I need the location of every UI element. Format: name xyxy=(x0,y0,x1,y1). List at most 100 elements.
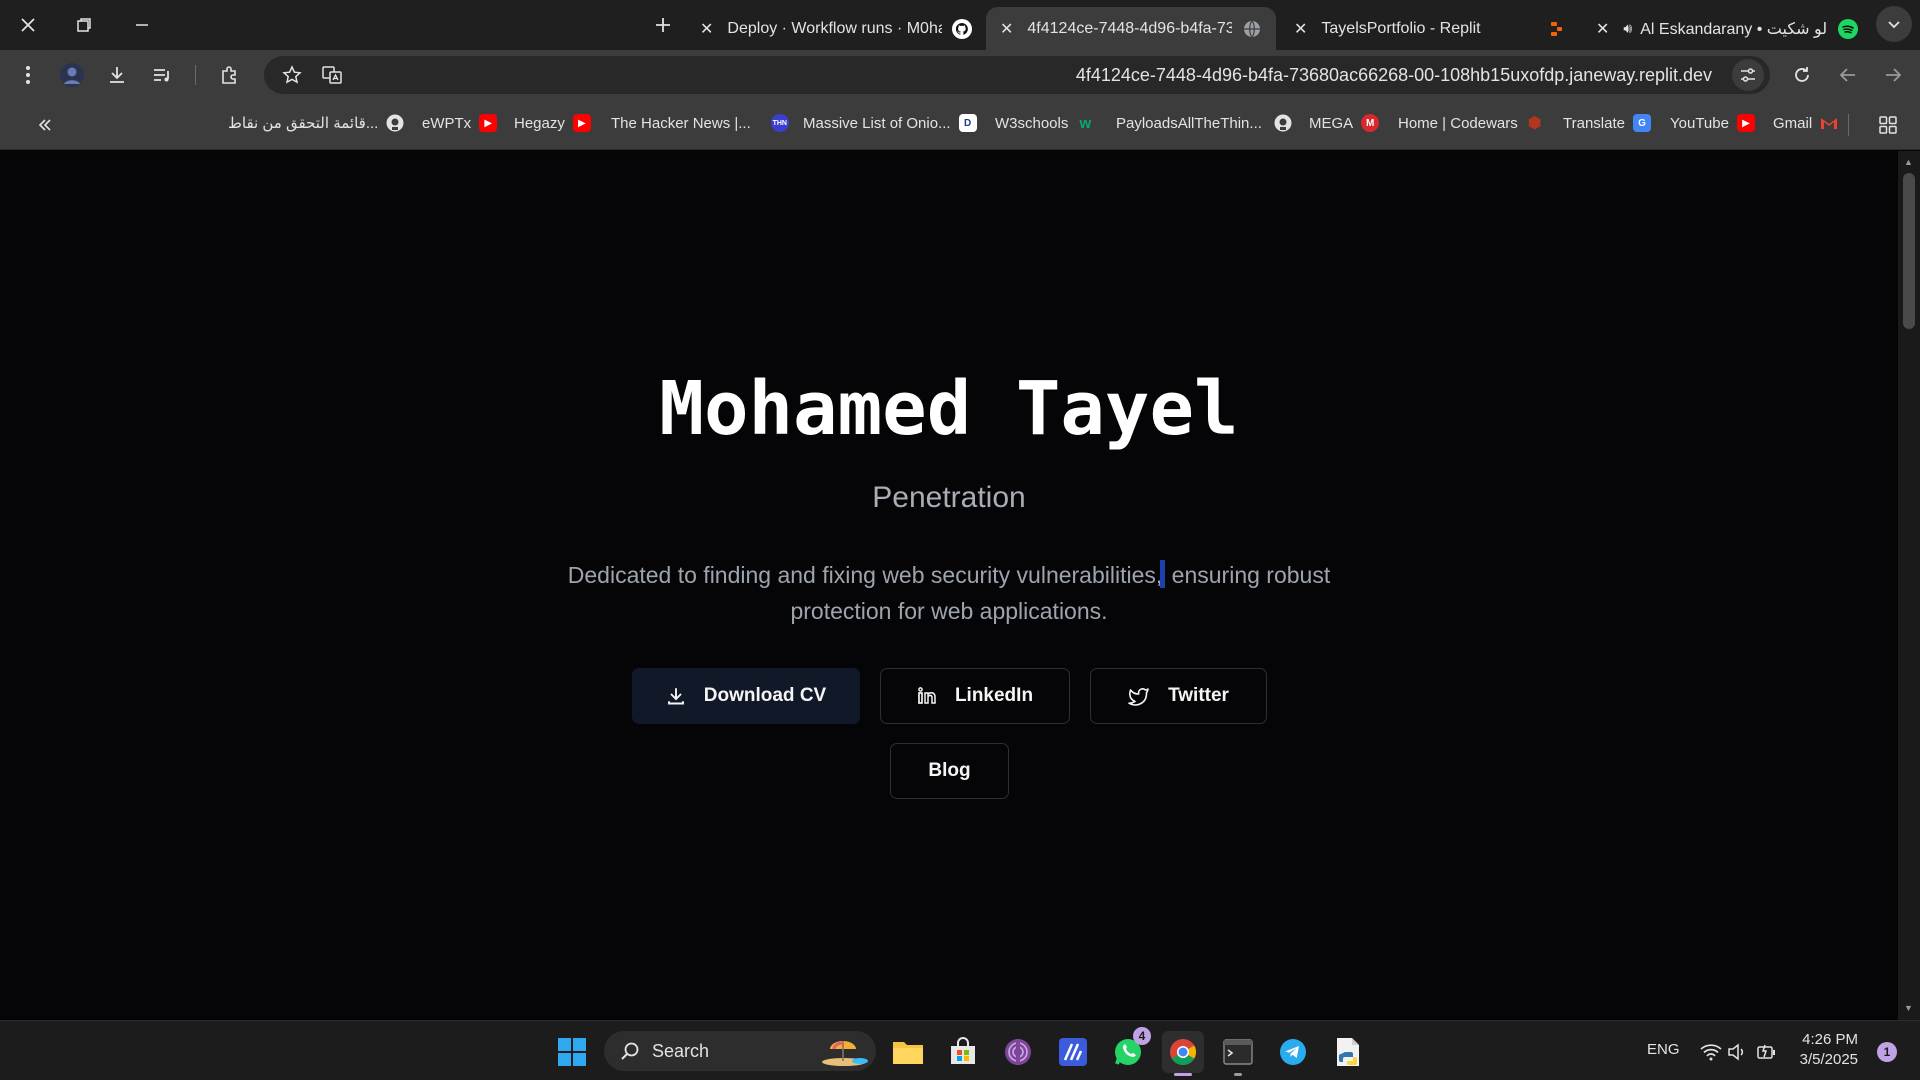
hero-description: Dedicated to finding and fixing web secu… xyxy=(549,557,1349,629)
tab-tayels-portfolio[interactable]: ✕ TayelsPortfolio - Replit xyxy=(1280,7,1580,50)
hero-name: Mohamed Tayel xyxy=(659,366,1239,452)
forward-arrow-icon[interactable] xyxy=(1877,59,1909,91)
wifi-icon[interactable] xyxy=(1698,1031,1724,1073)
menu-dots-icon[interactable] xyxy=(12,59,44,91)
downloads-icon[interactable] xyxy=(101,59,133,91)
minimize-window-icon[interactable] xyxy=(122,8,162,42)
windows-start-icon[interactable] xyxy=(551,1031,593,1073)
toolbar-divider xyxy=(195,65,196,85)
globe-icon xyxy=(1242,19,1262,39)
bookmark-youtube[interactable]: YouTube ▶ xyxy=(1670,114,1755,132)
tab-replit-preview[interactable]: ✕ 4f4124ce-7448-4d96-b4fa-73680ac66268 xyxy=(986,7,1276,50)
notification-badge[interactable]: 1 xyxy=(1877,1042,1897,1062)
python-idle-icon[interactable] xyxy=(1327,1031,1369,1073)
bookmark-mega[interactable]: MEGA M xyxy=(1309,114,1380,132)
translate-page-icon[interactable] xyxy=(316,59,348,91)
back-arrow-icon[interactable] xyxy=(1832,59,1864,91)
audio-playing-icon[interactable]: 🔊︎ xyxy=(1623,20,1632,37)
thn-icon: THN xyxy=(770,114,789,132)
tab-title: Deploy · Workflow runs · M0hamedTayel/..… xyxy=(727,19,942,37)
bookmark-codewars[interactable]: Home | Codewars ⬢ xyxy=(1398,114,1544,133)
tor-browser-icon[interactable] xyxy=(997,1031,1039,1073)
close-window-icon[interactable] xyxy=(8,8,48,42)
volume-icon[interactable] xyxy=(1724,1031,1750,1073)
bookmark-w3schools[interactable]: W3schools w xyxy=(995,114,1094,132)
scroll-up-arrow-icon[interactable]: ▲ xyxy=(1904,157,1913,167)
whatsapp-icon[interactable]: 4 xyxy=(1107,1027,1151,1073)
linkedin-button[interactable]: LinkedIn xyxy=(880,668,1070,724)
bookmark-hegazy[interactable]: Hegazy ▶ xyxy=(514,114,591,132)
bookmark-hacker-news[interactable]: The Hacker News |... THN xyxy=(611,114,789,132)
terminal-icon[interactable] xyxy=(1217,1031,1259,1076)
mega-icon: M xyxy=(1361,114,1380,132)
page-viewport: Mohamed Tayel Penetration Dedicated to f… xyxy=(0,151,1898,1020)
url-text[interactable]: 4f4124ce-7448-4d96-b4fa-73680ac66268-00-… xyxy=(1076,65,1712,86)
media-controls-icon[interactable] xyxy=(146,59,178,91)
clock-time: 4:26 PM xyxy=(1802,1031,1858,1048)
hero-role: Penetration xyxy=(872,481,1026,514)
mediawiki-editor-icon[interactable] xyxy=(1052,1031,1094,1073)
active-app-indicator xyxy=(1174,1073,1192,1076)
browser-toolbar: 4f4124ce-7448-4d96-b4fa-73680ac66268-00-… xyxy=(0,50,1920,100)
tab-strip: ✕ Deploy · Workflow runs · M0hamedTayel/… xyxy=(0,0,1920,50)
chrome-icon[interactable] xyxy=(1162,1031,1204,1076)
running-app-indicator xyxy=(1234,1073,1242,1076)
tab-search-chevron-icon[interactable] xyxy=(1876,6,1912,42)
search-icon xyxy=(620,1041,640,1061)
w3schools-icon: w xyxy=(1079,114,1092,132)
download-icon xyxy=(666,686,686,706)
microsoft-store-icon[interactable] xyxy=(942,1031,984,1073)
restore-window-icon[interactable] xyxy=(64,8,104,42)
bookmark-translate[interactable]: Translate G xyxy=(1563,114,1651,132)
google-translate-icon: G xyxy=(1632,114,1651,132)
tab-close-icon[interactable]: ✕ xyxy=(1596,19,1609,39)
youtube-icon: ▶ xyxy=(479,114,498,132)
tab-title: Al Eskandarany • انا لو شكيت xyxy=(1640,20,1828,38)
twitter-icon xyxy=(1128,686,1150,706)
address-bar[interactable]: 4f4124ce-7448-4d96-b4fa-73680ac66268-00-… xyxy=(264,56,1770,94)
scrollbar-thumb[interactable] xyxy=(1903,173,1915,329)
codewars-icon: ⬢ xyxy=(1527,115,1542,132)
bookmark-payloads[interactable]: PayloadsAllTheThin... xyxy=(1116,114,1292,132)
scroll-down-arrow-icon[interactable]: ▼ xyxy=(1904,1003,1913,1013)
youtube-icon: ▶ xyxy=(572,114,591,132)
description-text: Dedicated to finding and fixing web secu… xyxy=(567,562,1163,588)
linkedin-icon xyxy=(917,686,937,706)
bookmark-onion-list[interactable]: Massive List of Onio... D xyxy=(803,114,977,132)
file-explorer-icon[interactable] xyxy=(887,1031,929,1073)
twitter-button[interactable]: Twitter xyxy=(1090,668,1267,724)
extensions-icon[interactable] xyxy=(214,59,246,91)
battery-charging-icon[interactable] xyxy=(1754,1031,1780,1073)
windows-taskbar: Search 4 ENG 4:26 PM 3/5/2025 1 xyxy=(0,1020,1920,1080)
gmail-icon xyxy=(1820,114,1838,132)
tab-close-icon[interactable]: ✕ xyxy=(1294,19,1307,39)
github-icon xyxy=(952,18,972,39)
page-scrollbar[interactable]: ▲ ▼ xyxy=(1898,151,1920,1020)
new-tab-icon[interactable] xyxy=(643,8,683,42)
language-indicator[interactable]: ENG xyxy=(1647,1041,1680,1058)
all-bookmarks-grid-icon[interactable] xyxy=(1872,109,1904,141)
search-highlight-beach-icon xyxy=(814,1035,870,1072)
taskbar-search-box[interactable]: Search xyxy=(604,1031,876,1071)
spotify-icon xyxy=(1838,18,1858,39)
profile-avatar[interactable] xyxy=(56,59,88,91)
tab-close-icon[interactable]: ✕ xyxy=(1000,19,1013,39)
bookmark-gmail[interactable]: Gmail xyxy=(1773,114,1838,132)
blog-button[interactable]: Blog xyxy=(890,743,1009,799)
site-settings-icon[interactable] xyxy=(1732,59,1764,91)
clock-date: 3/5/2025 xyxy=(1799,1051,1858,1068)
tab-spotify[interactable]: ✕ 🔊︎ Al Eskandarany • انا لو شكيت xyxy=(1582,7,1872,50)
download-cv-button[interactable]: Download CV xyxy=(632,668,860,724)
reload-icon[interactable] xyxy=(1786,59,1818,91)
tab-close-icon[interactable]: ✕ xyxy=(700,19,713,39)
github-icon xyxy=(1274,114,1292,132)
collapse-bookmarks-icon[interactable] xyxy=(29,109,61,141)
whatsapp-badge: 4 xyxy=(1133,1027,1151,1045)
tab-title: 4f4124ce-7448-4d96-b4fa-73680ac66268 xyxy=(1027,19,1232,37)
tab-deploy-workflow[interactable]: ✕ Deploy · Workflow runs · M0hamedTayel/… xyxy=(686,7,986,50)
bookmark-star-icon[interactable] xyxy=(276,59,308,91)
telegram-icon[interactable] xyxy=(1272,1031,1314,1073)
clock[interactable]: 4:26 PM 3/5/2025 xyxy=(1796,1030,1858,1070)
bookmark-ewptx[interactable]: eWPTx ▶ xyxy=(422,114,498,132)
bookmark-checklist[interactable]: قائمة التحقق من نقاط... xyxy=(228,114,404,132)
